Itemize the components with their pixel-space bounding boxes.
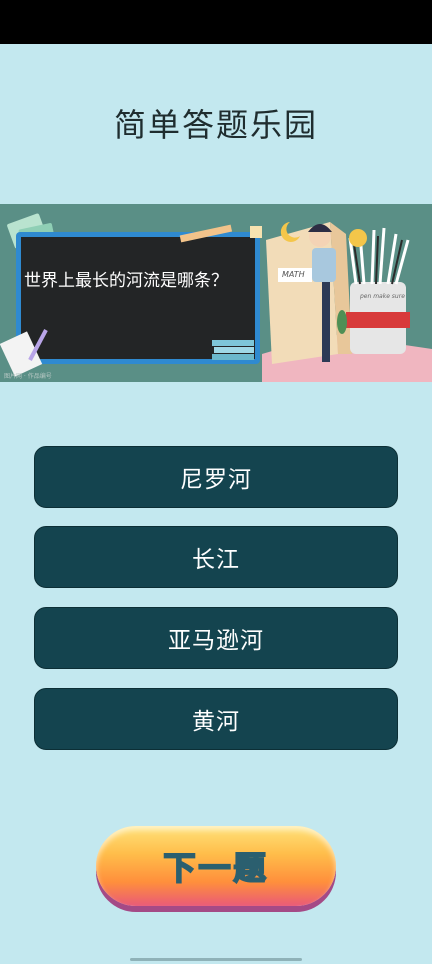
next-question-button[interactable]: 下一题 (96, 826, 336, 906)
next-question-label: 下一题 (162, 848, 269, 888)
question-banner: 世界上最长的河流是哪条？ MATH pen make sure 图片网 · 作品… (0, 204, 432, 382)
home-indicator[interactable] (130, 958, 302, 961)
question-text: 世界上最长的河流是哪条？ (24, 271, 228, 291)
book-caption: MATH (282, 270, 305, 279)
option-button-1[interactable]: 尼罗河 (34, 446, 398, 508)
watermark: 图片网 · 作品编号 (4, 373, 52, 380)
status-bar (0, 0, 432, 44)
option-button-4[interactable]: 黄河 (34, 688, 398, 750)
cup-caption: pen make sure (360, 293, 405, 300)
option-button-3[interactable]: 亚马逊河 (34, 607, 398, 669)
option-button-2[interactable]: 长江 (34, 526, 398, 588)
page-title: 简单答题乐园 (113, 106, 318, 144)
